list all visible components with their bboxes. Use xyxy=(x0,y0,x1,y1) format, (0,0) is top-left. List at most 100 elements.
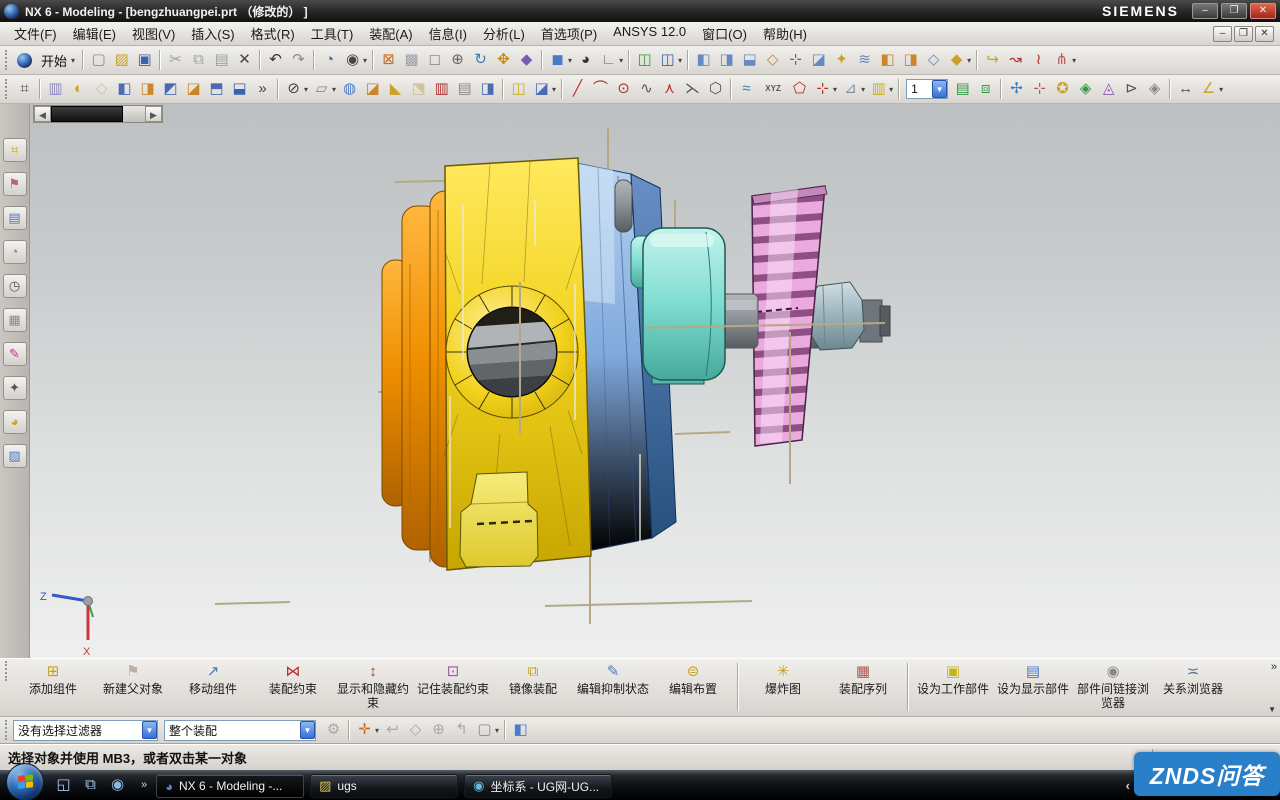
task-ugs-folder[interactable]: ▨ugs xyxy=(310,774,458,798)
browser-quick-launch[interactable]: ◉ xyxy=(104,773,131,797)
start-menu-button[interactable]: 开始 ▾ xyxy=(13,50,79,71)
paste[interactable]: ▤ xyxy=(210,49,233,71)
materials-palette[interactable]: ✎ xyxy=(3,342,27,366)
unite[interactable]: ⬒ xyxy=(205,78,228,100)
rectangle-select[interactable]: ▢▾ xyxy=(473,719,501,741)
mdi-minimize-button[interactable]: – xyxy=(1213,26,1232,42)
overflow[interactable]: » xyxy=(251,78,274,100)
web-browser[interactable]: ▨ xyxy=(3,444,27,468)
toolbar-overflow-chevron[interactable]: » xyxy=(1271,661,1277,673)
copy[interactable]: ⧉ xyxy=(187,49,210,71)
feature-list[interactable]: ▤ xyxy=(453,78,476,100)
measure-angle[interactable]: ∠▾ xyxy=(1197,78,1225,100)
extrude[interactable]: ◍ xyxy=(338,78,361,100)
task-browser[interactable]: ◉坐标系 - UG网-UG... xyxy=(464,774,612,798)
fill-view[interactable]: ▩ xyxy=(400,49,423,71)
relations-browser-button[interactable]: ≍关系浏览器 xyxy=(1153,661,1233,696)
selection-scope-dropdown[interactable]: 整个装配 ▼ xyxy=(164,720,316,741)
layer-settings[interactable]: ▤ xyxy=(951,78,974,100)
cylinder[interactable]: ◨ xyxy=(136,78,159,100)
interpart-link-browser-button[interactable]: ◉部件间链接浏览器 xyxy=(1073,661,1153,710)
history-palette[interactable]: ◷ xyxy=(3,274,27,298)
make-displayed-part-button[interactable]: ▤设为显示部件 xyxy=(993,661,1073,696)
roles[interactable]: ◕ xyxy=(3,410,27,434)
mirror-assembly-button[interactable]: ⧉镜像装配 xyxy=(493,661,573,696)
menu-item[interactable]: ANSYS 12.0 xyxy=(605,22,694,45)
menu-item[interactable]: 视图(V) xyxy=(124,22,183,45)
add-component-button[interactable]: ⊞添加组件 xyxy=(13,661,93,696)
orient-view[interactable]: ∟▾ xyxy=(597,49,625,71)
task-nx[interactable]: ◕NX 6 - Modeling -... xyxy=(156,774,304,798)
find[interactable]: ◉▾ xyxy=(341,49,369,71)
sheet-corner[interactable]: ◇ xyxy=(761,49,784,71)
new-window[interactable]: ◫ xyxy=(633,49,656,71)
cascade-window[interactable]: ◫▾ xyxy=(656,49,684,71)
tools-palette[interactable]: ✦ xyxy=(3,376,27,400)
constraint-navigator[interactable]: ⚑ xyxy=(3,172,27,196)
scroll-left-button[interactable]: ◀ xyxy=(34,106,51,122)
remember-constraints-button[interactable]: ⊡记住装配约束 xyxy=(413,661,493,696)
menu-item[interactable]: 文件(F) xyxy=(6,22,65,45)
scroll-right-button[interactable]: ▶ xyxy=(145,106,162,122)
law-curve[interactable]: XYZ xyxy=(758,78,788,100)
exploded-view-button[interactable]: ✳爆炸图 xyxy=(743,661,823,696)
fit-view[interactable]: ⊠ xyxy=(377,49,400,71)
sheet-pin[interactable]: ⊹ xyxy=(784,49,807,71)
curve-section[interactable]: ≀ xyxy=(1027,49,1050,71)
wcs-origin[interactable]: ⊹ xyxy=(1028,78,1051,100)
cone[interactable]: ◩ xyxy=(159,78,182,100)
taskbar-collapse-chevron[interactable]: ‹ xyxy=(1126,778,1130,793)
point[interactable]: ⊙ xyxy=(612,78,635,100)
menu-item[interactable]: 首选项(P) xyxy=(533,22,605,45)
wcs-rotate[interactable]: ✪ xyxy=(1051,78,1074,100)
instance[interactable]: ◫ xyxy=(507,78,530,100)
boss[interactable]: ◐ xyxy=(67,78,90,100)
locating-pin[interactable] xyxy=(615,180,632,232)
menu-item[interactable]: 分析(L) xyxy=(475,22,533,45)
sheet-unbend[interactable]: ⬓ xyxy=(738,49,761,71)
hex-nut[interactable] xyxy=(808,282,864,350)
tube[interactable]: ▥ xyxy=(44,78,67,100)
box-feature[interactable]: ◧ xyxy=(876,49,899,71)
sheet-body[interactable]: ⬔ xyxy=(407,78,430,100)
assembly-sequence-button[interactable]: ▦装配序列 xyxy=(823,661,903,696)
snap-end[interactable]: ◈ xyxy=(1143,78,1166,100)
datum-csys[interactable]: ⊘▾ xyxy=(282,78,310,100)
system-scenes[interactable]: ▦ xyxy=(3,308,27,332)
pan-view[interactable]: ✥ xyxy=(492,49,515,71)
datum-axis[interactable]: ⊿▾ xyxy=(839,78,867,100)
pattern-feature[interactable]: ⌗ xyxy=(13,78,36,100)
menu-item[interactable]: 工具(T) xyxy=(303,22,362,45)
window-switcher[interactable]: ⧉ xyxy=(77,773,104,797)
save[interactable]: ▣ xyxy=(133,49,156,71)
sweep[interactable]: ◣ xyxy=(384,78,407,100)
sphere[interactable]: ◪ xyxy=(182,78,205,100)
shaded-ghost[interactable]: ◇ xyxy=(404,719,427,741)
more-features[interactable]: ◪▾ xyxy=(530,78,558,100)
line[interactable]: ╱ xyxy=(566,78,589,100)
subtract[interactable]: ⬓ xyxy=(228,78,251,100)
edit-suppression-state-button[interactable]: ✎编辑抑制状态 xyxy=(573,661,653,696)
target-point[interactable]: ⊕ xyxy=(427,719,450,741)
revolve[interactable]: ◪ xyxy=(361,78,384,100)
toolbar-grip[interactable] xyxy=(5,79,10,99)
toolbar-more-arrow[interactable]: ▼ xyxy=(1268,705,1276,714)
sheet-star[interactable]: ✦ xyxy=(830,49,853,71)
reuse-library[interactable]: ◔ xyxy=(3,240,27,264)
layer-visible-in-view[interactable]: ⧈ xyxy=(974,78,997,100)
helix[interactable]: ≈ xyxy=(735,78,758,100)
zoom-box[interactable]: ◻ xyxy=(423,49,446,71)
curve-project[interactable]: ↪ xyxy=(981,49,1004,71)
snap-midpoint[interactable]: ◬ xyxy=(1097,78,1120,100)
render-style[interactable]: ◕ xyxy=(574,49,597,71)
assembly-constraints-button[interactable]: ⋈装配约束 xyxy=(253,661,333,696)
curve-intersect[interactable]: ↝ xyxy=(1004,49,1027,71)
zoom[interactable]: ⊕ xyxy=(446,49,469,71)
wcs-dynamics[interactable]: ✢ xyxy=(1005,78,1028,100)
shaded-display[interactable]: ◼▾ xyxy=(546,49,574,71)
mirror-curve[interactable]: ⋋ xyxy=(681,78,704,100)
horizontal-scrollbar[interactable]: ◀ ▶ xyxy=(33,105,163,123)
part-navigator[interactable]: ▤ xyxy=(3,206,27,230)
perspective[interactable]: ◆ xyxy=(515,49,538,71)
mdi-restore-button[interactable]: ❐ xyxy=(1234,26,1253,42)
